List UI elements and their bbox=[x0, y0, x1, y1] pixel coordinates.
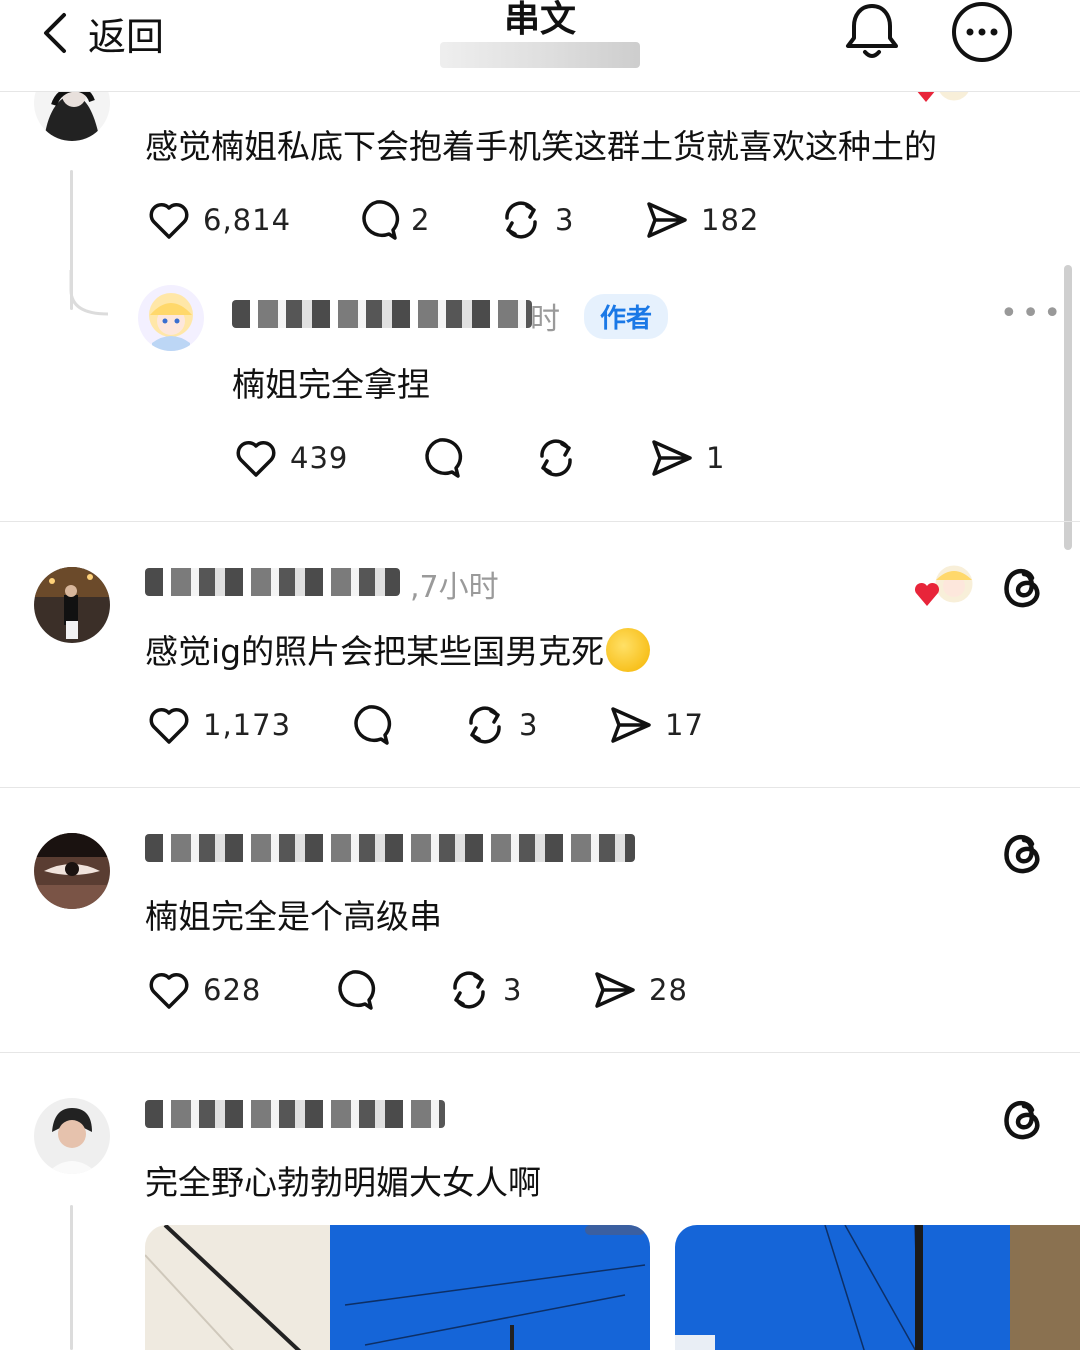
liked-by-author-indicator bbox=[912, 562, 976, 610]
blurred-username bbox=[145, 568, 400, 596]
like-count: 628 bbox=[203, 973, 262, 1007]
blurred-subtitle bbox=[440, 42, 640, 68]
blurred-username bbox=[145, 1100, 445, 1128]
comment-button[interactable] bbox=[345, 695, 403, 755]
more-options-button[interactable]: ••• bbox=[1000, 296, 1065, 331]
post-actions: 1,173 3 17 bbox=[145, 695, 745, 755]
more-options-button[interactable] bbox=[948, 0, 1016, 68]
share-button[interactable]: 182 bbox=[643, 190, 759, 250]
avatar[interactable] bbox=[34, 567, 110, 643]
repost-count: 3 bbox=[555, 203, 575, 237]
repost-icon bbox=[505, 201, 537, 239]
divider bbox=[0, 787, 1080, 788]
share-count: 28 bbox=[649, 973, 688, 1007]
post-text: 楠姐完全是个高级串 bbox=[145, 897, 442, 936]
share-count: 1 bbox=[706, 441, 726, 475]
post-text: 楠姐完全拿捏 bbox=[232, 365, 430, 404]
top-bar: 返回 串文 bbox=[0, 0, 1080, 92]
blurred-username bbox=[145, 834, 635, 862]
post-actions: 628 3 28 bbox=[145, 960, 745, 1020]
like-count: 1,173 bbox=[203, 708, 292, 742]
threads-icon[interactable] bbox=[998, 828, 1046, 876]
comment-icon bbox=[354, 705, 392, 745]
divider bbox=[0, 521, 1080, 522]
comment-count: 2 bbox=[411, 203, 431, 237]
post-actions: 6,814 2 3 182 bbox=[145, 190, 845, 250]
bell-icon bbox=[846, 4, 898, 58]
heart-icon bbox=[149, 973, 189, 1009]
like-button[interactable]: 628 bbox=[145, 960, 261, 1020]
avatar[interactable] bbox=[138, 285, 204, 351]
comment-button[interactable] bbox=[329, 960, 387, 1020]
send-icon bbox=[611, 707, 651, 743]
comment-icon bbox=[425, 438, 463, 478]
repost-icon bbox=[540, 439, 572, 477]
share-button[interactable]: 28 bbox=[591, 960, 688, 1020]
repost-count: 3 bbox=[503, 973, 523, 1007]
repost-icon bbox=[469, 706, 501, 744]
more-circle-icon bbox=[952, 2, 1012, 62]
post-actions: 439 1 bbox=[232, 428, 792, 488]
thread-connector bbox=[70, 1205, 73, 1350]
repost-button[interactable]: 3 bbox=[461, 695, 538, 755]
rofl-emoji-icon bbox=[606, 627, 651, 672]
comment-button[interactable]: 2 bbox=[353, 190, 430, 250]
post-image[interactable] bbox=[675, 1225, 1080, 1350]
author-badge: 作者 bbox=[584, 294, 669, 339]
share-count: 182 bbox=[701, 203, 760, 237]
threads-icon[interactable] bbox=[998, 1094, 1046, 1142]
share-count: 17 bbox=[665, 708, 704, 742]
notification-button[interactable] bbox=[840, 0, 904, 64]
like-button[interactable]: 1,173 bbox=[145, 695, 291, 755]
reply-curve bbox=[69, 270, 109, 316]
comment-icon bbox=[362, 200, 400, 240]
post-text: 感觉楠姐私底下会抱着手机笑这群土货就喜欢这种土的 bbox=[145, 127, 937, 166]
repost-count: 3 bbox=[519, 708, 539, 742]
blurred-username bbox=[232, 300, 532, 328]
like-count: 6,814 bbox=[203, 203, 292, 237]
heart-icon bbox=[149, 708, 189, 744]
like-count: 439 bbox=[290, 441, 349, 475]
send-icon bbox=[595, 972, 635, 1008]
repost-button[interactable]: 3 bbox=[497, 190, 574, 250]
divider bbox=[0, 1052, 1080, 1053]
like-button[interactable]: 6,814 bbox=[145, 190, 291, 250]
post-text: 感觉ig的照片会把某些国男克死 bbox=[145, 625, 651, 676]
post-text: 完全野心勃勃明媚大女人啊 bbox=[145, 1163, 541, 1202]
share-button[interactable]: 17 bbox=[607, 695, 704, 755]
threads-icon[interactable] bbox=[998, 562, 1046, 610]
repost-icon bbox=[453, 971, 485, 1009]
post-image[interactable] bbox=[145, 1225, 650, 1350]
heart-icon bbox=[236, 441, 276, 477]
comment-icon bbox=[338, 970, 376, 1010]
post-time: 时 bbox=[530, 302, 560, 337]
avatar[interactable] bbox=[34, 1098, 110, 1174]
send-icon bbox=[647, 202, 687, 238]
page-title: 串文 bbox=[503, 0, 576, 40]
repost-button[interactable]: 3 bbox=[445, 960, 522, 1020]
avatar[interactable] bbox=[34, 833, 110, 909]
comment-button[interactable] bbox=[416, 428, 474, 488]
heart-icon bbox=[149, 203, 189, 239]
like-button[interactable]: 439 bbox=[232, 428, 348, 488]
repost-button[interactable] bbox=[532, 428, 590, 488]
scrollbar[interactable] bbox=[1064, 265, 1072, 550]
post-time: ,7小时 bbox=[410, 570, 499, 605]
send-icon bbox=[652, 440, 692, 476]
share-button[interactable]: 1 bbox=[648, 428, 725, 488]
